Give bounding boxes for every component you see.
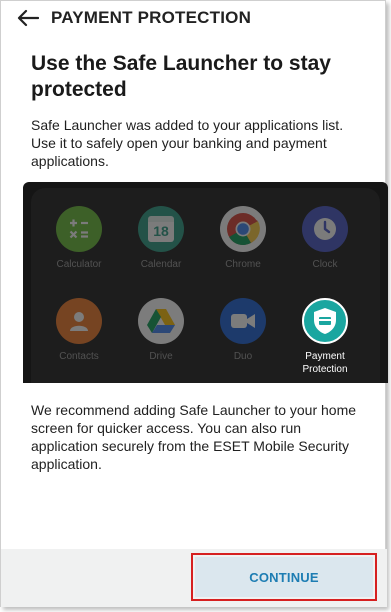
duo-icon — [220, 298, 266, 344]
app-calendar: 18 Calendar — [121, 206, 201, 271]
app-label: Chrome — [225, 259, 261, 270]
app-label: Calculator — [56, 259, 102, 270]
page-title: PAYMENT PROTECTION — [51, 8, 252, 27]
calendar-icon: 18 — [138, 206, 184, 252]
app-clock: Clock — [285, 206, 365, 271]
recommendation-text: We recommend adding Safe Launcher to you… — [31, 402, 357, 472]
app-drawer-screenshot: Calculator 18 Calendar Chrome Clock Cont… — [23, 182, 388, 383]
clock-icon — [302, 206, 348, 252]
app-label: Contacts — [59, 351, 99, 362]
app-label: Calendar — [140, 259, 182, 270]
app-window: PAYMENT PROTECTION Use the Safe Launcher… — [0, 0, 388, 607]
top-app-bar: PAYMENT PROTECTION — [1, 1, 387, 35]
app-label: Payment Protection — [302, 351, 348, 375]
app-duo: Duo — [203, 298, 283, 363]
payment-protection-icon — [302, 298, 348, 344]
contacts-icon — [56, 298, 102, 344]
section-heading: Use the Safe Launcher to stay protected — [31, 52, 331, 101]
app-drive: Drive — [121, 298, 201, 363]
app-drawer: Calculator 18 Calendar Chrome Clock Cont… — [31, 188, 380, 383]
continue-button[interactable]: CONTINUE — [195, 557, 373, 597]
app-chrome: Chrome — [203, 206, 283, 271]
app-label: Drive — [149, 351, 173, 362]
chrome-icon — [220, 206, 266, 252]
calendar-date: 18 — [153, 223, 169, 239]
app-label: Clock — [312, 259, 338, 270]
app-payment-protection: Payment Protection — [285, 298, 365, 376]
back-arrow-icon[interactable] — [17, 9, 39, 27]
app-label: Duo — [233, 351, 253, 362]
calculator-icon — [56, 206, 102, 252]
drive-icon — [138, 298, 184, 344]
app-contacts: Contacts — [39, 298, 119, 363]
app-calculator: Calculator — [39, 206, 119, 271]
description-text: Safe Launcher was added to your applicat… — [31, 117, 344, 169]
